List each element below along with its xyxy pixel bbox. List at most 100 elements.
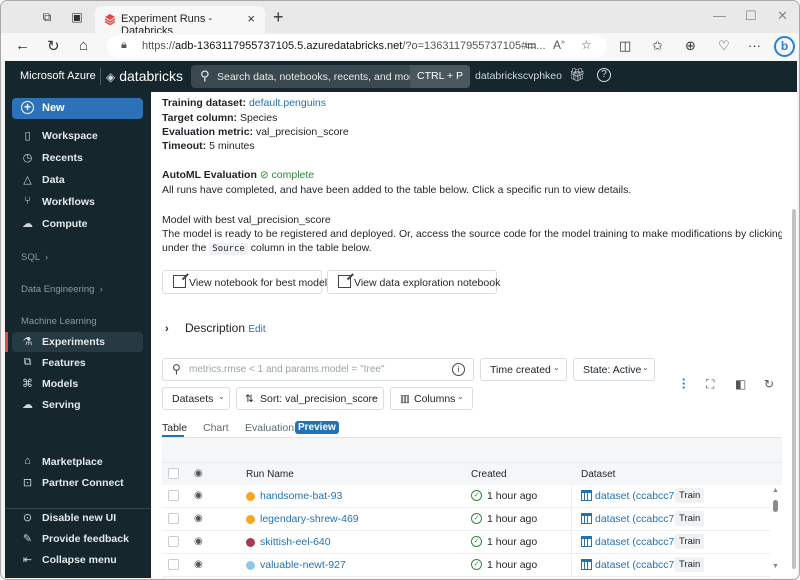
sidebar-section-sql[interactable]: SQL › — [21, 252, 48, 263]
side-panel-icon[interactable]: ◧ — [735, 377, 746, 391]
chevron-right-icon[interactable]: › — [165, 323, 185, 335]
time-created-dropdown[interactable]: Time created ⌄ — [480, 358, 567, 381]
table-row[interactable]: ◉ valuable-newt-927 ✓ 1 hour ago dataset… — [162, 554, 770, 577]
row-checkbox[interactable] — [168, 513, 179, 524]
lock-icon[interactable]: 🔒︎ — [121, 39, 127, 52]
databricks-logo[interactable]: ◈ databricks — [106, 68, 183, 84]
automl-message: All runs have completed, and have been a… — [162, 184, 632, 196]
bing-copilot-icon[interactable]: b — [774, 36, 795, 57]
tab-actions-icon[interactable]: ▣ — [69, 9, 85, 25]
favorites-icon[interactable]: ✩ — [652, 38, 663, 54]
scroll-down-icon[interactable]: ▼ — [772, 563, 779, 570]
maximize-icon[interactable]: ☐ — [745, 8, 757, 24]
run-name-link[interactable]: valuable-newt-927 — [260, 559, 346, 571]
browser-tab-active[interactable]: Experiment Runs - Databricks × — [95, 6, 265, 37]
workspace-switcher[interactable]: databrickscvphkeo — [475, 70, 562, 82]
datasets-dropdown[interactable]: Datasets ⌄ — [162, 387, 230, 410]
fullscreen-icon[interactable]: ⛶ — [706, 377, 714, 392]
refresh-icon[interactable]: ↻ — [47, 37, 60, 55]
tab-evaluation[interactable]: Evaluation — [245, 422, 294, 434]
new-tab-icon[interactable]: + — [273, 7, 284, 28]
back-icon[interactable]: ← — [15, 37, 30, 54]
help-icon[interactable]: ? — [597, 68, 611, 82]
tab-chart[interactable]: Chart — [203, 422, 229, 434]
minimize-icon[interactable]: — — [713, 8, 726, 23]
sidebar-item-data[interactable]: △ Data — [12, 170, 143, 190]
collections-icon[interactable]: ⊕ — [685, 38, 696, 54]
table-row[interactable]: ◉ handsome-bat-93 ✓ 1 hour ago dataset (… — [162, 485, 770, 508]
state-dropdown[interactable]: State: Active ⌄ — [573, 358, 655, 381]
sidebar-item-partner-connect[interactable]: ⊡ Partner Connect — [12, 473, 143, 493]
runs-filter-input[interactable]: ⚲ metrics.rmse < 1 and params.model = "t… — [162, 358, 474, 381]
view-best-model-notebook-button[interactable]: View notebook for best model — [162, 270, 327, 294]
row-checkbox[interactable] — [168, 559, 179, 570]
new-button[interactable]: + New — [12, 98, 143, 119]
more-icon[interactable]: ··· — [748, 38, 761, 53]
sidebar-item-workflows[interactable]: ⑂ Workflows — [12, 192, 143, 212]
workspaces-icon[interactable]: ⧉ — [39, 9, 55, 25]
run-name-link[interactable]: legendary-shrew-469 — [260, 513, 359, 525]
run-name-link[interactable]: skittish-eel-640 — [260, 536, 331, 548]
run-name-link[interactable]: handsome-bat-93 — [260, 490, 342, 502]
global-search-input[interactable]: ⚲ Search data, notebooks, recents, and m… — [191, 65, 470, 88]
column-header-created[interactable]: Created — [471, 469, 507, 480]
read-aloud-icon[interactable]: A» — [553, 38, 565, 52]
column-header-run-name[interactable]: Run Name — [246, 469, 294, 480]
close-tab-icon[interactable]: × — [247, 11, 255, 26]
tab-table[interactable]: Table — [162, 422, 187, 434]
select-all-checkbox[interactable] — [168, 468, 179, 479]
row-checkbox[interactable] — [168, 536, 179, 547]
visibility-icon[interactable]: ◉ — [194, 559, 203, 570]
dataset-link[interactable]: dataset (ccabcc78) — [595, 513, 684, 525]
scroll-thumb[interactable] — [773, 500, 778, 512]
workflows-icon: ⑂ — [24, 195, 31, 207]
scroll-up-icon[interactable]: ▲ — [772, 487, 779, 494]
column-header-dataset[interactable]: Dataset — [581, 469, 615, 480]
table-row[interactable]: ◉ skittish-eel-640 ✓ 1 hour ago dataset … — [162, 531, 770, 554]
visibility-icon[interactable]: ◉ — [194, 490, 203, 501]
sidebar-section-data-engineering[interactable]: Data Engineering › — [21, 284, 103, 295]
close-window-icon[interactable]: ✕ — [777, 8, 788, 24]
home-icon[interactable]: ⌂ — [79, 37, 88, 54]
sidebar-item-marketplace[interactable]: ⌂ Marketplace — [12, 452, 143, 472]
sidebar-item-disable-new-ui[interactable]: ⊙ Disable new UI — [12, 508, 143, 528]
view-data-exploration-notebook-button[interactable]: View data exploration notebook — [327, 270, 500, 294]
description-section[interactable]: › Description Edit — [165, 321, 266, 335]
sidebar-item-experiments[interactable]: ⚗︎ Experiments — [12, 332, 143, 352]
table-scrollbar[interactable]: ▲ ▼ — [770, 485, 782, 578]
sidebar-item-provide-feedback[interactable]: ✎ Provide feedback — [12, 529, 143, 549]
training-dataset-link[interactable]: default.penguins — [249, 97, 326, 109]
url-field[interactable]: 🔒︎ https://adb-1363117955737105.5.azured… — [107, 35, 607, 58]
description-edit-link[interactable]: Edit — [248, 324, 265, 335]
columns-dropdown[interactable]: ▥ Columns ⌄ — [390, 387, 473, 410]
browser-essentials-icon[interactable]: ♡ — [718, 38, 730, 54]
table-row[interactable]: ◉ legendary-shrew-469 ✓ 1 hour ago datas… — [162, 508, 770, 531]
field-label: Evaluation metric: — [162, 126, 254, 138]
visibility-icon[interactable]: ◉ — [194, 536, 203, 547]
table-icon — [581, 513, 592, 524]
dataset-link[interactable]: dataset (ccabcc78) — [595, 559, 684, 571]
sort-dropdown[interactable]: ⇅ Sort: val_precision_score ⌄ — [236, 387, 384, 410]
dataset-link[interactable]: dataset (ccabcc78) — [595, 536, 684, 548]
sidebar-item-compute[interactable]: ☁︎ Compute — [12, 214, 143, 234]
sidebar-item-recents[interactable]: ◷ Recents — [12, 148, 143, 168]
split-screen-icon[interactable]: ◫ — [619, 38, 631, 54]
refresh-icon[interactable]: ↻ — [764, 377, 774, 391]
more-options-icon[interactable]: · · · — [681, 373, 687, 394]
sidebar-item-serving[interactable]: ☁︎ Serving — [12, 395, 143, 415]
info-icon[interactable]: i — [452, 363, 465, 376]
dataset-link[interactable]: dataset (ccabcc78) — [595, 490, 684, 502]
gift-icon[interactable]: 🎁︎ — [569, 67, 586, 83]
visibility-icon[interactable]: ◉ — [194, 513, 203, 524]
visibility-icon[interactable]: ◉ — [194, 468, 203, 479]
app-icon[interactable]: ▭ — [525, 38, 536, 52]
sidebar-item-workspace[interactable]: ▯ Workspace — [12, 126, 143, 146]
sidebar-item-features[interactable]: ⧉ Features — [12, 353, 143, 373]
row-checkbox[interactable] — [168, 490, 179, 501]
sidebar-item-models[interactable]: ⌘ Models — [12, 374, 143, 394]
page-scroll-thumb[interactable] — [792, 209, 796, 569]
check-circle-icon: ✓ — [471, 536, 482, 547]
sidebar-item-collapse-menu[interactable]: ⇤ Collapse menu — [12, 550, 143, 570]
favorite-star-icon[interactable]: ☆ — [581, 38, 592, 52]
page-scrollbar[interactable] — [782, 92, 797, 578]
